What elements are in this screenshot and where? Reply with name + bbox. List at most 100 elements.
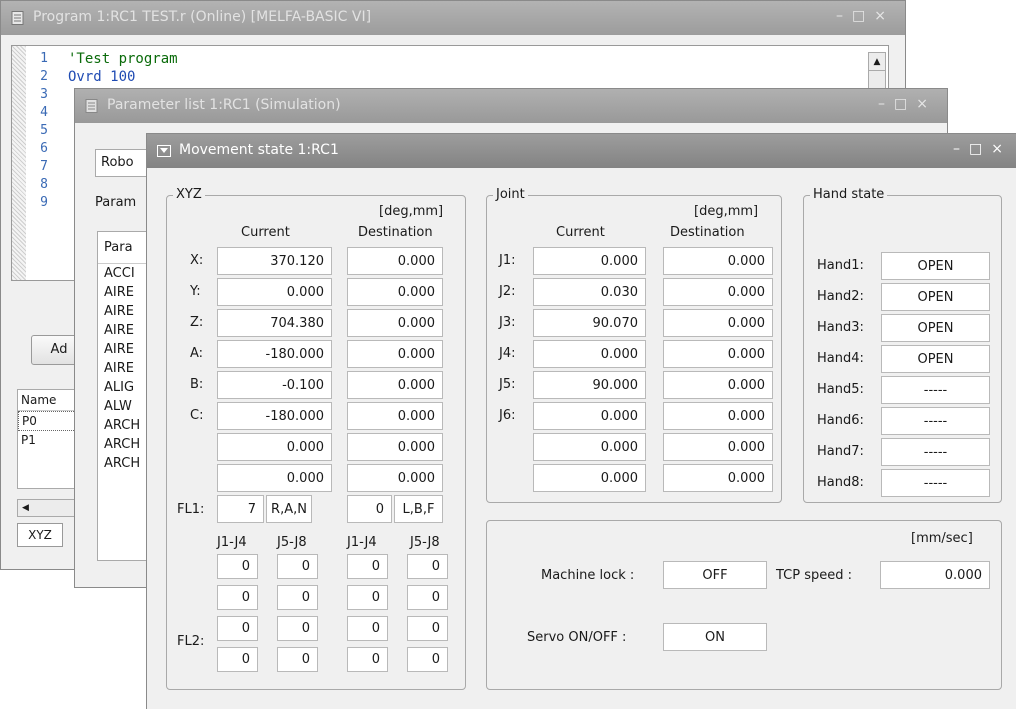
machine-lock-label: Machine lock : <box>541 568 635 583</box>
fl1-current-flags[interactable]: R,A,N <box>266 495 312 523</box>
minimize-icon[interactable]: – <box>836 8 852 24</box>
servo-label: Servo ON/OFF : <box>527 630 627 645</box>
maximize-icon[interactable]: □ <box>894 96 916 112</box>
close-icon[interactable]: × <box>916 96 937 112</box>
fl2-field[interactable]: 0 <box>347 585 388 610</box>
minimize-icon[interactable]: – <box>953 141 969 157</box>
fl2-header: J1-J4 <box>217 535 247 550</box>
tab-xyz[interactable]: XYZ <box>17 523 63 547</box>
fl2-field[interactable]: 0 <box>277 585 318 610</box>
joint-current-field: 0.030 <box>533 278 646 306</box>
tcp-speed-label: TCP speed : <box>776 568 853 583</box>
joint-destination-field: 0.000 <box>663 371 773 399</box>
maximize-icon[interactable]: □ <box>852 8 874 24</box>
document-icon <box>11 11 24 25</box>
xyz-current-field: 370.120 <box>217 247 332 275</box>
fl2-field[interactable]: 0 <box>407 554 448 579</box>
xyz-destination-field: 0.000 <box>347 464 443 492</box>
close-icon[interactable]: × <box>991 141 1012 157</box>
hand-state-field: OPEN <box>881 252 990 280</box>
joint-destination-field: 0.000 <box>663 340 773 368</box>
joint-destination-field: 0.000 <box>663 433 773 461</box>
joint-current-field: 0.000 <box>533 464 646 492</box>
fl2-field[interactable]: 0 <box>347 647 388 672</box>
hand-label: Hand4: <box>817 351 864 366</box>
hand-state-field: ----- <box>881 469 990 497</box>
program-title-bar[interactable]: Program 1:RC1 TEST.r (Online) [MELFA-BAS… <box>1 1 905 35</box>
fl2-field[interactable]: 0 <box>217 554 258 579</box>
editor-gutter <box>12 46 26 280</box>
hand-state-group: Hand state Hand1: OPEN Hand2: OPEN Hand3: OPE… <box>803 187 1002 503</box>
axis-label: B: <box>190 377 204 392</box>
joint-current-field: 0.000 <box>533 433 646 461</box>
xyz-destination-field: 0.000 <box>347 371 443 399</box>
fl2-field[interactable]: 0 <box>277 616 318 641</box>
list-icon <box>85 99 98 113</box>
joint-destination-field: 0.000 <box>663 309 773 337</box>
xyz-destination-field: 0.000 <box>347 247 443 275</box>
code-line[interactable]: Ovrd 100 <box>68 68 178 86</box>
status-group: [mm/sec] Machine lock : OFF TCP speed : … <box>486 520 1002 690</box>
xyz-group: XYZ [deg,mm] Current Destination X: 370.1… <box>166 187 466 690</box>
window-controls[interactable]: –□× <box>836 8 895 24</box>
joint-destination-field: 0.000 <box>663 247 773 275</box>
joint-current-field: 90.070 <box>533 309 646 337</box>
joint-group: Joint [deg,mm] Current Destination J1: 0.… <box>486 187 782 503</box>
xyz-current-field: -180.000 <box>217 402 332 430</box>
joint-label: J3: <box>499 315 516 330</box>
hand-label: Hand2: <box>817 289 864 304</box>
joint-current-field: 0.000 <box>533 247 646 275</box>
hand-state-field: ----- <box>881 438 990 466</box>
fl1-label: FL1: <box>177 502 205 517</box>
parameter-title-bar[interactable]: Parameter list 1:RC1 (Simulation) –□× <box>75 89 947 123</box>
xyz-current-field: 704.380 <box>217 309 332 337</box>
close-icon[interactable]: × <box>874 8 895 24</box>
fl2-field[interactable]: 0 <box>277 647 318 672</box>
fl2-field[interactable]: 0 <box>277 554 318 579</box>
fl2-field[interactable]: 0 <box>347 554 388 579</box>
fl2-header: J5-J8 <box>277 535 307 550</box>
axis-label: A: <box>190 346 204 361</box>
joint-unit-label: [deg,mm] <box>694 204 759 219</box>
fl2-field[interactable]: 0 <box>217 585 258 610</box>
fl2-field[interactable]: 0 <box>407 647 448 672</box>
fl1-current-number[interactable]: 7 <box>217 495 264 523</box>
code-lines[interactable]: 'Test program Ovrd 100 <box>68 50 178 86</box>
joint-current-field: 90.000 <box>533 371 646 399</box>
fl2-field[interactable]: 0 <box>407 616 448 641</box>
program-window-title: Program 1:RC1 TEST.r (Online) [MELFA-BAS… <box>33 9 372 25</box>
axis-label: X: <box>190 253 204 268</box>
speed-unit-label: [mm/sec] <box>911 531 973 546</box>
fl2-header: J5-J8 <box>410 535 440 550</box>
axis-label: Z: <box>190 315 204 330</box>
xyz-destination-header: Destination <box>358 225 433 240</box>
hand-label: Hand7: <box>817 444 864 459</box>
xyz-group-title: XYZ <box>173 187 205 203</box>
minimize-icon[interactable]: – <box>878 96 894 112</box>
joint-label: J2: <box>499 284 516 299</box>
fl1-destination-flags[interactable]: L,B,F <box>394 495 443 523</box>
fl2-field[interactable]: 0 <box>217 647 258 672</box>
fl2-header: J1-J4 <box>347 535 377 550</box>
fl1-destination-number[interactable]: 0 <box>347 495 392 523</box>
fl2-field[interactable]: 0 <box>407 585 448 610</box>
maximize-icon[interactable]: □ <box>969 141 991 157</box>
movement-title-bar[interactable]: Movement state 1:RC1 –□× <box>147 134 1016 168</box>
scroll-up-icon[interactable]: ▲ <box>869 53 885 71</box>
hand-label: Hand3: <box>817 320 864 335</box>
hand-state-field: ----- <box>881 376 990 404</box>
xyz-current-field: -0.100 <box>217 371 332 399</box>
fl2-field[interactable]: 0 <box>217 616 258 641</box>
hand-state-field: OPEN <box>881 345 990 373</box>
joint-current-field: 0.000 <box>533 402 646 430</box>
joint-label: J4: <box>499 346 516 361</box>
window-controls[interactable]: –□× <box>878 96 937 112</box>
code-line[interactable]: 'Test program <box>68 50 178 68</box>
window-controls[interactable]: –□× <box>953 141 1012 157</box>
joint-destination-header: Destination <box>670 225 745 240</box>
joint-current-field: 0.000 <box>533 340 646 368</box>
parameter-label: Param <box>95 195 137 210</box>
xyz-destination-field: 0.000 <box>347 433 443 461</box>
joint-label: J6: <box>499 408 516 423</box>
fl2-field[interactable]: 0 <box>347 616 388 641</box>
